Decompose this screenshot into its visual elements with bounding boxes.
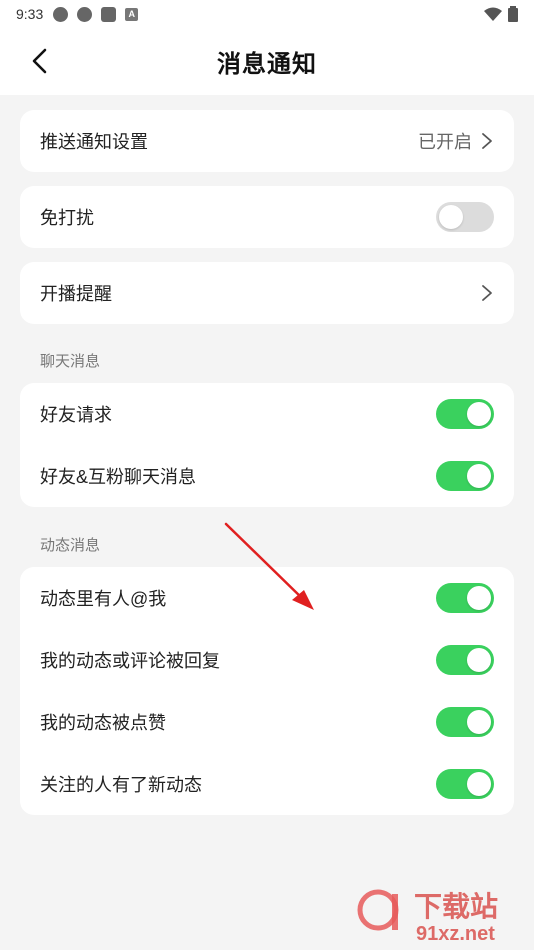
app-notification-icon-2: [77, 6, 93, 22]
watermark: 下载站 91xz.net: [356, 882, 526, 945]
friend-request-label: 好友请求: [40, 405, 112, 425]
push-settings-value: 已开启: [418, 132, 472, 152]
toggle-knob: [467, 586, 491, 610]
battery-icon: [508, 6, 518, 22]
live-reminder-label: 开播提醒: [40, 284, 112, 304]
chat-section-card: 好友请求 好友&互粉聊天消息: [20, 383, 514, 507]
chat-section-title: 聊天消息: [40, 353, 101, 370]
dnd-row: 免打扰: [20, 186, 514, 248]
toggle-knob: [467, 710, 491, 734]
toggle-knob: [439, 205, 463, 229]
push-settings-label: 推送通知设置: [40, 132, 148, 152]
followed-update-row: 关注的人有了新动态: [20, 753, 514, 815]
page-title: 消息通知: [217, 51, 317, 78]
app-notification-icon-3: [101, 6, 117, 22]
friend-request-toggle[interactable]: [436, 399, 494, 429]
followed-update-toggle[interactable]: [436, 769, 494, 799]
reply-toggle[interactable]: [436, 645, 494, 675]
friend-chat-row: 好友&互粉聊天消息: [20, 445, 514, 507]
like-label: 我的动态被点赞: [40, 713, 166, 733]
push-settings-row[interactable]: 推送通知设置 已开启: [20, 110, 514, 172]
friend-chat-label: 好友&互粉聊天消息: [40, 467, 197, 487]
like-row: 我的动态被点赞: [20, 691, 514, 753]
dnd-label: 免打扰: [40, 208, 94, 228]
watermark-brand: 下载站: [414, 891, 498, 922]
push-settings-card: 推送通知设置 已开启: [20, 110, 514, 172]
like-toggle[interactable]: [436, 707, 494, 737]
wifi-icon: [484, 7, 502, 21]
reply-row: 我的动态或评论被回复: [20, 629, 514, 691]
annotation-arrow-icon: [224, 522, 314, 610]
status-bar: 9:33 A: [0, 0, 534, 28]
watermark-domain: 91xz.net: [416, 923, 495, 944]
status-right: [484, 6, 518, 22]
dnd-card: 免打扰: [20, 186, 514, 248]
app-header: 消息通知: [0, 28, 534, 95]
toggle-knob: [467, 464, 491, 488]
reply-label: 我的动态或评论被回复: [40, 651, 220, 671]
toggle-knob: [467, 402, 491, 426]
live-reminder-card: 开播提醒: [20, 262, 514, 324]
followed-update-label: 关注的人有了新动态: [40, 775, 202, 795]
toggle-knob: [467, 648, 491, 672]
dnd-toggle[interactable]: [436, 202, 494, 232]
feed-section-title: 动态消息: [40, 537, 101, 554]
mention-toggle[interactable]: [436, 583, 494, 613]
live-reminder-row[interactable]: 开播提醒: [20, 262, 514, 324]
a-badge-icon: A: [125, 7, 139, 21]
status-time: 9:33: [16, 6, 44, 22]
watermark-logo-icon: 下载站 91xz.net: [357, 889, 498, 945]
chevron-right-icon: [482, 133, 492, 149]
app-notification-icon: [53, 6, 69, 22]
toggle-knob: [467, 772, 491, 796]
friend-request-row: 好友请求: [20, 383, 514, 445]
friend-chat-toggle[interactable]: [436, 461, 494, 491]
back-arrow-icon[interactable]: [26, 46, 56, 76]
chevron-right-icon: [482, 285, 492, 301]
